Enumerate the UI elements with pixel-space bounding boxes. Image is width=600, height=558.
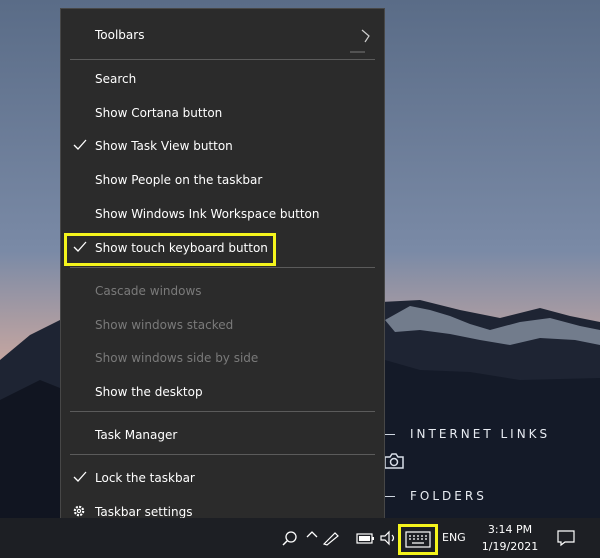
menu-item-show-windows-stacked: Show windows stacked: [61, 309, 384, 341]
menu-item-cascade-windows: Cascade windows: [61, 275, 384, 307]
gear-icon: [73, 505, 85, 517]
menu-item-label: Show People on the taskbar: [95, 173, 263, 187]
language-indicator[interactable]: ENG: [442, 531, 466, 544]
menu-item-label: Show Task View button: [95, 139, 233, 153]
menu-item-show-the-desktop[interactable]: Show the desktop: [61, 376, 384, 408]
checkmark-icon: [73, 471, 87, 482]
menu-item-show-task-view-button[interactable]: Show Task View button: [61, 130, 384, 162]
menu-item-label: Toolbars: [95, 28, 145, 42]
menu-item-label: Show the desktop: [95, 385, 203, 399]
menu-separator: [70, 411, 375, 412]
menu-item-toolbars[interactable]: Toolbars: [61, 19, 384, 53]
menu-item-label: Lock the taskbar: [95, 471, 195, 485]
menu-item-label: Search: [95, 72, 137, 86]
pen-icon[interactable]: [322, 530, 340, 546]
taskbar: ENG 3:14 PM 1/19/2021: [0, 518, 600, 558]
menu-item-show-windows-side-by-side: Show windows side by side: [61, 342, 384, 374]
battery-icon[interactable]: [356, 530, 376, 546]
checkmark-icon: [73, 139, 87, 150]
menu-item-show-windows-ink-workspace-button[interactable]: Show Windows Ink Workspace button: [61, 198, 384, 230]
menu-item-label: Show windows side by side: [95, 351, 259, 365]
chevron-up-icon[interactable]: [305, 528, 319, 542]
volume-icon[interactable]: [380, 530, 398, 546]
menu-item-lock-the-taskbar[interactable]: Lock the taskbar: [61, 462, 384, 494]
notification-icon[interactable]: [557, 529, 575, 547]
internet-links-label[interactable]: INTERNET LINKS: [410, 427, 550, 441]
clock[interactable]: 3:14 PM 1/19/2021: [474, 521, 546, 555]
menu-item-label: Task Manager: [95, 428, 178, 442]
menu-item-task-manager[interactable]: Task Manager: [61, 419, 384, 451]
menu-separator: [70, 59, 375, 60]
menu-item-show-cortana-button[interactable]: Show Cortana button: [61, 97, 384, 129]
menu-item-label: Taskbar settings: [95, 505, 193, 519]
folders-label[interactable]: FOLDERS: [410, 489, 487, 503]
camera-icon[interactable]: [383, 452, 405, 470]
menu-item-label: Show Cortana button: [95, 106, 223, 120]
clock-date: 1/19/2021: [481, 540, 539, 553]
menu-item-label: Show windows stacked: [95, 318, 234, 332]
highlight-box: [398, 524, 438, 555]
menu-item-label: Cascade windows: [95, 284, 202, 298]
menu-item-search[interactable]: Search: [61, 63, 384, 95]
submenu-arrow-icon: [350, 29, 370, 53]
taskbar-context-menu: Toolbars Search Show Cortana button Show…: [60, 8, 385, 536]
highlight-box: [64, 233, 276, 266]
menu-item-label: Show Windows Ink Workspace button: [95, 207, 320, 221]
menu-separator: [70, 267, 375, 268]
network-icon[interactable]: [282, 530, 298, 546]
menu-item-show-people-on-taskbar[interactable]: Show People on the taskbar: [61, 164, 384, 196]
menu-separator: [70, 454, 375, 455]
clock-time: 3:14 PM: [487, 523, 533, 536]
